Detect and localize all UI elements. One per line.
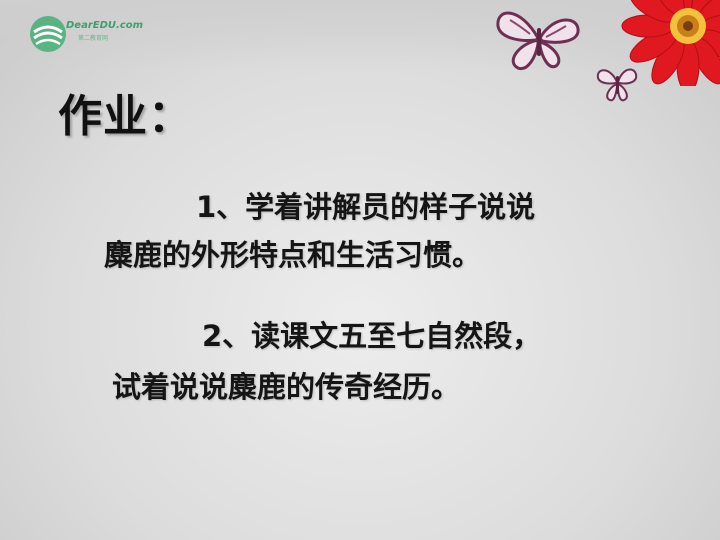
assignment-1-line-1: 1、学着讲解员的样子说说 (196, 190, 536, 224)
butterfly-icon (496, 11, 580, 71)
logo-subtext: 第二教育网 (78, 35, 109, 42)
assignment-2-line-1: 2、读课文五至七自然段， (202, 319, 542, 353)
logo-text: DearEDU.com (66, 20, 144, 31)
assignment-2-line-2: 试着说说麋鹿的传奇经历。 (112, 370, 461, 404)
page-title: 作业： (58, 91, 193, 142)
assignment-1-line-2: 麋鹿的外形特点和生活习惯。 (104, 238, 482, 272)
flower-icon (621, 0, 720, 86)
